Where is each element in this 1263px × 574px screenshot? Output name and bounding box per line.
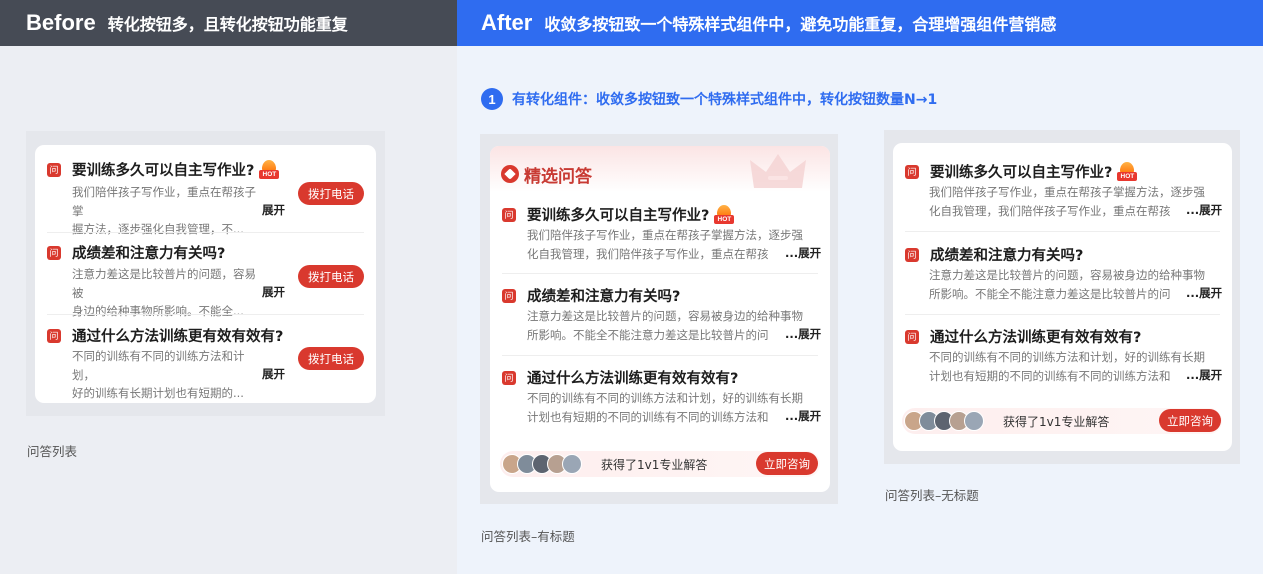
crown-icon — [750, 154, 806, 188]
hot-icon: HOT — [714, 204, 735, 225]
consult-bar: 获得了1v1专业解答 立即咨询 — [902, 408, 1222, 434]
question-title: 要训练多久可以自主写作业? — [527, 208, 710, 224]
qa-item[interactable]: 问 要训练多久可以自主写作业? HOT 我们陪伴孩子写作业，重点在帮孩子掌 握方… — [35, 159, 376, 236]
divider — [47, 314, 364, 315]
consult-text: 获得了1v1专业解答 — [601, 458, 708, 472]
qa-item[interactable]: 问 要训练多久可以自主写作业? HOT 我们陪伴孩子写作业，重点在帮孩子掌握方法… — [893, 161, 1232, 231]
question-summary: 我们陪伴孩子写作业，重点在帮孩子掌 握方法，逐步强化自我管理，不... — [72, 185, 256, 236]
expand-link[interactable]: 展开 — [262, 201, 285, 220]
qa-item[interactable]: 问 成绩差和注意力有关吗? 注意力差这是比较普片的问题，容易被 身边的给种事物所… — [35, 242, 376, 318]
featured-header: 精选问答 — [490, 146, 830, 192]
after-header: After 收敛多按钮致一个特殊样式组件中，避免功能重复，合理增强组件营销感 — [457, 0, 1263, 46]
qa-item[interactable]: 问 成绩差和注意力有关吗? 注意力差这是比较普片的问题，容易被身边的给种事物 所… — [893, 244, 1232, 314]
question-badge: 问 — [905, 247, 919, 262]
divider — [47, 232, 364, 233]
hot-icon: HOT — [1117, 161, 1138, 182]
qa-item[interactable]: 问 通过什么方法训练更有效有效有? 不同的训练有不同的训练方法和计划，好的训练有… — [893, 326, 1232, 396]
step-note: 1 有转化组件：收敛多按钮致一个特殊样式组件中，转化按钮数量N→1 — [481, 88, 937, 110]
avatar — [562, 454, 582, 474]
consult-button[interactable]: 立即咨询 — [1159, 409, 1221, 432]
consult-button[interactable]: 立即咨询 — [756, 452, 818, 475]
question-badge: 问 — [905, 164, 919, 179]
avatar — [964, 411, 984, 431]
question-badge: 问 — [47, 328, 61, 343]
expand-link[interactable]: ...展开 — [771, 407, 822, 426]
question-badge: 问 — [502, 370, 516, 385]
divider — [502, 273, 818, 274]
before-caption: 问答列表 — [27, 444, 78, 459]
question-title: 通过什么方法训练更有效有效有? — [930, 330, 1142, 346]
qa-item[interactable]: 问 要训练多久可以自主写作业? HOT 我们陪伴孩子写作业，重点在帮孩子掌握方法… — [490, 204, 830, 274]
call-button[interactable]: 拨打电话 — [298, 265, 364, 288]
step-text: 有转化组件：收敛多按钮致一个特殊样式组件中，转化按钮数量N→1 — [512, 92, 938, 108]
before-header: Before 转化按钮多，且转化按钮功能重复 — [0, 0, 457, 46]
divider — [905, 231, 1220, 232]
before-description: 转化按钮多，且转化按钮功能重复 — [107, 15, 348, 34]
question-summary: 不同的训练有不同的训练方法和计划， 好的训练有长期计划也有短期的... — [72, 349, 245, 400]
qa-item[interactable]: 问 通过什么方法训练更有效有效有? 不同的训练有不同的训练方法和计划，好的训练有… — [490, 367, 830, 437]
featured-qa-card: 精选问答 问 要训练多久可以自主写作业? HOT 我们陪伴孩子写作业，重点在帮孩… — [490, 146, 830, 492]
divider — [502, 355, 818, 356]
step-number: 1 — [481, 88, 503, 110]
hot-icon: HOT — [259, 159, 280, 180]
expand-link[interactable]: 展开 — [262, 283, 285, 302]
question-title: 成绩差和注意力有关吗? — [527, 289, 681, 305]
question-title: 通过什么方法训练更有效有效有? — [527, 371, 739, 387]
question-title: 要训练多久可以自主写作业? — [930, 165, 1113, 181]
question-summary: 注意力差这是比较普片的问题，容易被 身边的给种事物所影响。不能全... — [72, 267, 256, 318]
caption-no-title: 问答列表–无标题 — [885, 488, 979, 503]
expert-avatars — [904, 411, 984, 431]
caption-with-title: 问答列表–有标题 — [481, 529, 575, 544]
before-label: Before — [26, 10, 96, 35]
plain-qa-card: 问 要训练多久可以自主写作业? HOT 我们陪伴孩子写作业，重点在帮孩子掌握方法… — [893, 143, 1232, 451]
question-title: 通过什么方法训练更有效有效有? — [72, 329, 284, 345]
expert-avatars — [502, 454, 582, 474]
expand-link[interactable]: ...展开 — [1172, 366, 1223, 385]
call-button[interactable]: 拨打电话 — [298, 347, 364, 370]
divider — [905, 314, 1220, 315]
featured-title: 精选问答 — [524, 167, 592, 187]
question-title: 成绩差和注意力有关吗? — [930, 248, 1084, 264]
expand-link[interactable]: ...展开 — [771, 325, 822, 344]
consult-bar: 获得了1v1专业解答 立即咨询 — [500, 451, 820, 477]
question-badge: 问 — [47, 162, 61, 177]
qa-item[interactable]: 问 通过什么方法训练更有效有效有? 不同的训练有不同的训练方法和计划， 好的训练… — [35, 325, 376, 400]
call-button[interactable]: 拨打电话 — [298, 182, 364, 205]
qa-item[interactable]: 问 成绩差和注意力有关吗? 注意力差这是比较普片的问题，容易被身边的给种事物 所… — [490, 285, 830, 355]
question-title: 要训练多久可以自主写作业? — [72, 163, 255, 179]
heart-icon — [501, 165, 519, 183]
expand-link[interactable]: ...展开 — [1172, 201, 1223, 220]
expand-link[interactable]: ...展开 — [1172, 284, 1223, 303]
question-badge: 问 — [502, 288, 516, 303]
after-description: 收敛多按钮致一个特殊样式组件中，避免功能重复，合理增强组件营销感 — [544, 15, 1057, 34]
consult-text: 获得了1v1专业解答 — [1003, 415, 1110, 429]
question-badge: 问 — [905, 329, 919, 344]
question-badge: 问 — [502, 207, 516, 222]
before-qa-card: 问 要训练多久可以自主写作业? HOT 我们陪伴孩子写作业，重点在帮孩子掌 握方… — [35, 145, 376, 403]
expand-link[interactable]: 展开 — [262, 365, 285, 384]
question-badge: 问 — [47, 245, 61, 260]
expand-link[interactable]: ...展开 — [771, 244, 822, 263]
after-label: After — [481, 10, 533, 35]
question-title: 成绩差和注意力有关吗? — [72, 246, 226, 262]
